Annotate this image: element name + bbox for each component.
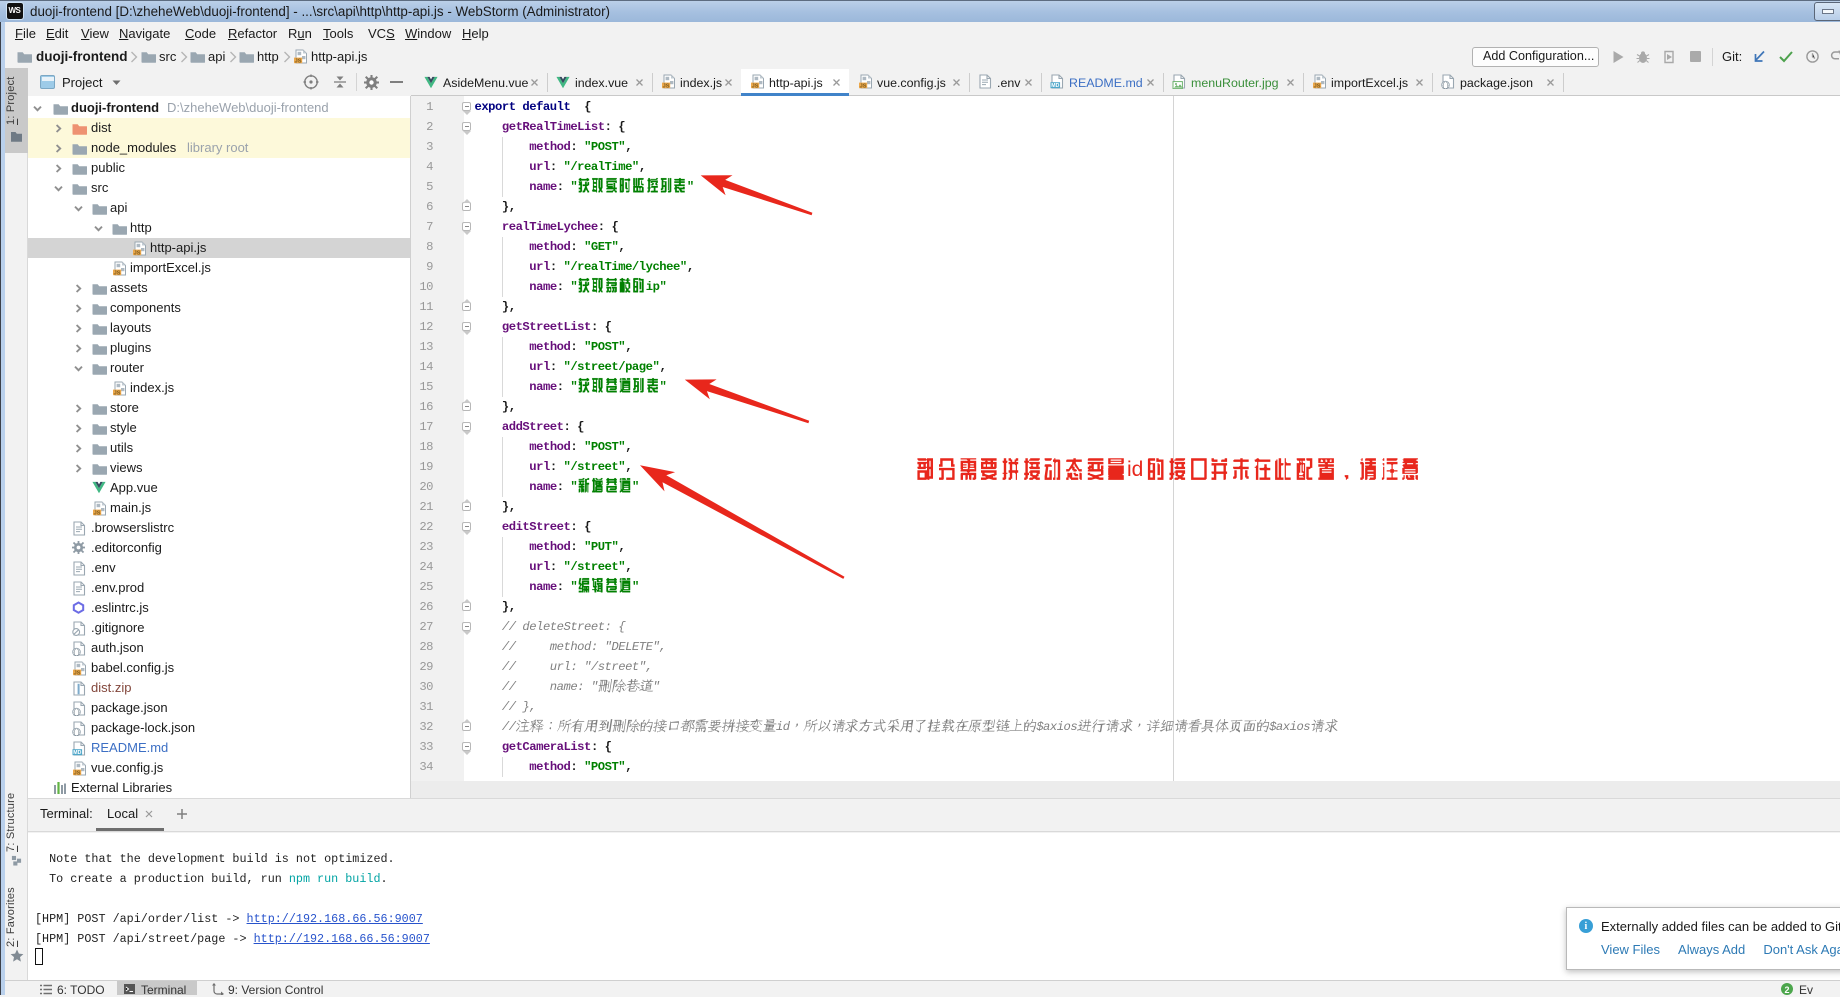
svg-text:JS: JS: [74, 770, 81, 776]
svg-text:{}: {}: [73, 709, 80, 716]
svg-text:MD: MD: [73, 750, 81, 756]
svg-text:JS: JS: [1314, 83, 1321, 89]
svg-text:JS: JS: [663, 83, 670, 89]
svg-text:{}: {}: [1442, 82, 1449, 89]
svg-text:JS: JS: [94, 510, 101, 516]
svg-text:JS: JS: [74, 670, 81, 676]
svg-text:JS: JS: [752, 83, 759, 89]
svg-text:JS: JS: [114, 270, 121, 276]
svg-text:JS: JS: [134, 250, 141, 256]
svg-text:JS: JS: [860, 83, 867, 89]
svg-text:JS: JS: [114, 390, 121, 396]
svg-text:{}: {}: [73, 729, 80, 736]
svg-text:JS: JS: [295, 58, 302, 64]
svg-text:MD: MD: [1051, 83, 1059, 89]
svg-text:{}: {}: [73, 649, 80, 656]
